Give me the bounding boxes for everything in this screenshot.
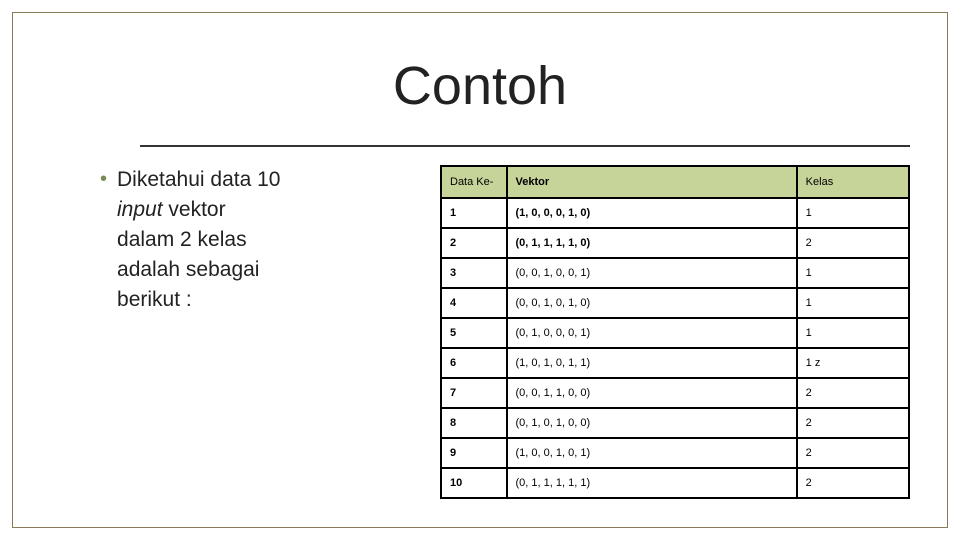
table-body: 1 (1, 0, 0, 0, 1, 0) 1 2 (0, 1, 1, 1, 1,… [441, 198, 909, 498]
table-row: 2 (0, 1, 1, 1, 1, 0) 2 [441, 228, 909, 258]
cell-n: 10 [441, 468, 507, 498]
cell-vektor: (1, 0, 0, 1, 0, 1) [507, 438, 797, 468]
table-row: 4 (0, 0, 1, 0, 1, 0) 1 [441, 288, 909, 318]
cell-kelas: 1 [797, 258, 909, 288]
table-row: 1 (1, 0, 0, 0, 1, 0) 1 [441, 198, 909, 228]
data-table: Data Ke- Vektor Kelas 1 (1, 0, 0, 0, 1, … [440, 165, 910, 499]
bullet-line1: Diketahui data 10 [117, 168, 280, 191]
cell-n: 6 [441, 348, 507, 378]
cell-vektor: (0, 1, 1, 1, 1, 0) [507, 228, 797, 258]
content-area: • Diketahui data 10 input vektor dalam 2… [100, 165, 910, 510]
cell-kelas: 1 [797, 288, 909, 318]
cell-vektor: (0, 1, 0, 0, 0, 1) [507, 318, 797, 348]
cell-kelas: 1 [797, 318, 909, 348]
bullet-line2-italic: input [117, 198, 163, 221]
table-row: 5 (0, 1, 0, 0, 0, 1) 1 [441, 318, 909, 348]
cell-n: 9 [441, 438, 507, 468]
bullet-line2-rest: vektor [163, 198, 226, 221]
table-header-row: Data Ke- Vektor Kelas [441, 166, 909, 198]
bullet-line3: dalam 2 kelas [117, 228, 247, 251]
cell-vektor: (0, 0, 1, 0, 1, 0) [507, 288, 797, 318]
bullet-line4: adalah sebagai [117, 258, 259, 281]
cell-kelas: 1 z [797, 348, 909, 378]
header-kelas: Kelas [797, 166, 909, 198]
cell-n: 8 [441, 408, 507, 438]
header-vektor: Vektor [507, 166, 797, 198]
cell-kelas: 2 [797, 408, 909, 438]
cell-vektor: (1, 0, 1, 0, 1, 1) [507, 348, 797, 378]
slide-title: Contoh [0, 55, 960, 117]
bullet-dot-icon: • [100, 165, 117, 193]
cell-vektor: (0, 0, 1, 1, 0, 0) [507, 378, 797, 408]
table-row: 3 (0, 0, 1, 0, 0, 1) 1 [441, 258, 909, 288]
cell-kelas: 2 [797, 468, 909, 498]
slide: Contoh • Diketahui data 10 input vektor … [0, 0, 960, 540]
cell-n: 1 [441, 198, 507, 228]
cell-vektor: (0, 1, 0, 1, 0, 0) [507, 408, 797, 438]
cell-n: 7 [441, 378, 507, 408]
cell-n: 2 [441, 228, 507, 258]
table-row: 7 (0, 0, 1, 1, 0, 0) 2 [441, 378, 909, 408]
table-row: 8 (0, 1, 0, 1, 0, 0) 2 [441, 408, 909, 438]
header-data-ke: Data Ke- [441, 166, 507, 198]
table-row: 9 (1, 0, 0, 1, 0, 1) 2 [441, 438, 909, 468]
bullet-line5: berikut : [117, 288, 192, 311]
cell-kelas: 2 [797, 438, 909, 468]
table-column: Data Ke- Vektor Kelas 1 (1, 0, 0, 0, 1, … [440, 165, 910, 510]
cell-vektor: (1, 0, 0, 0, 1, 0) [507, 198, 797, 228]
table-row: 10 (0, 1, 1, 1, 1, 1) 2 [441, 468, 909, 498]
bullet-column: • Diketahui data 10 input vektor dalam 2… [100, 165, 440, 510]
bullet-text: Diketahui data 10 input vektor dalam 2 k… [117, 165, 280, 315]
cell-n: 5 [441, 318, 507, 348]
cell-n: 3 [441, 258, 507, 288]
cell-kelas: 2 [797, 228, 909, 258]
cell-kelas: 2 [797, 378, 909, 408]
bullet-item: • Diketahui data 10 input vektor dalam 2… [100, 165, 420, 315]
cell-vektor: (0, 0, 1, 0, 0, 1) [507, 258, 797, 288]
title-underline [140, 145, 910, 147]
cell-vektor: (0, 1, 1, 1, 1, 1) [507, 468, 797, 498]
cell-kelas: 1 [797, 198, 909, 228]
table-row: 6 (1, 0, 1, 0, 1, 1) 1 z [441, 348, 909, 378]
cell-n: 4 [441, 288, 507, 318]
